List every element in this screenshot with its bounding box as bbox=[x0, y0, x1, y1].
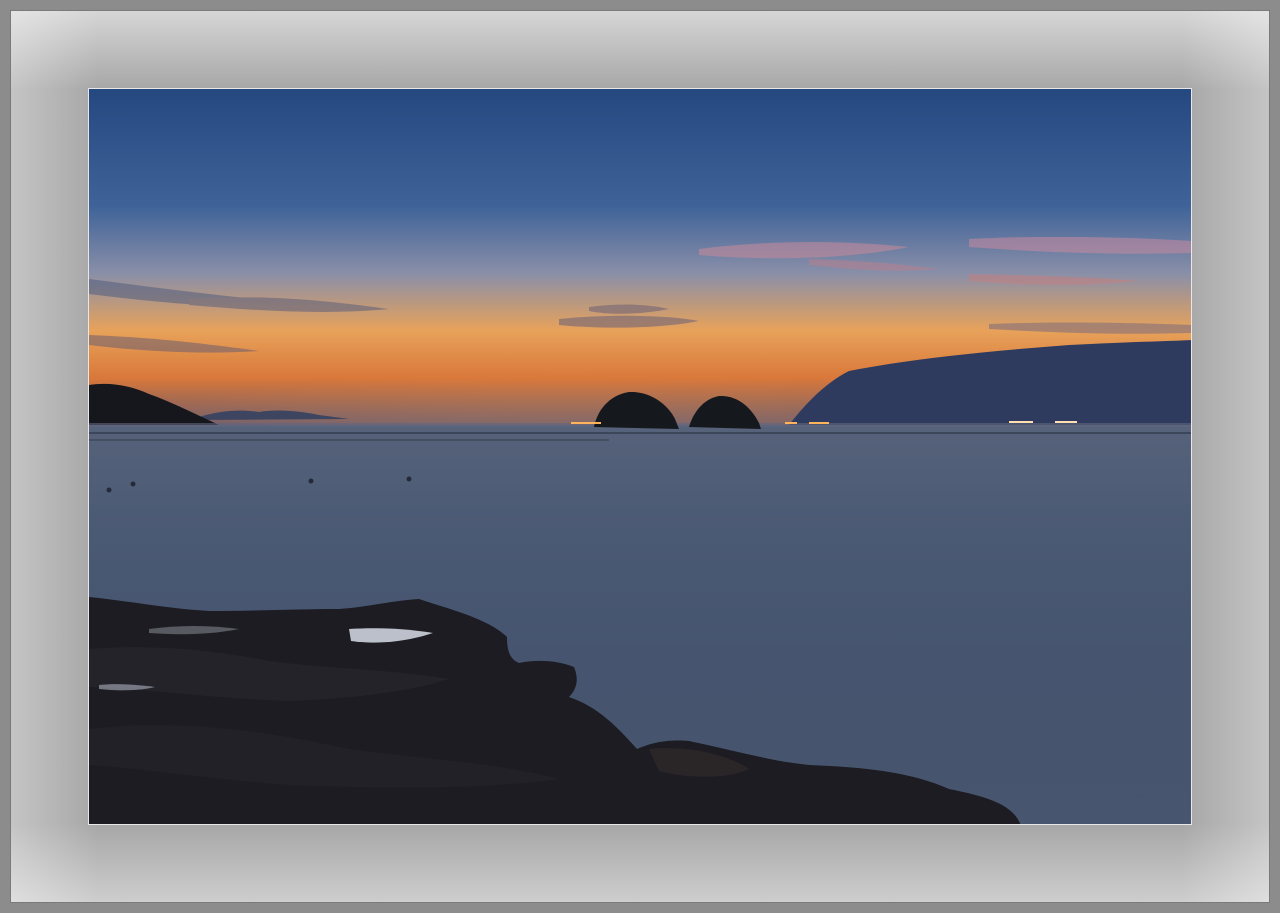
photo bbox=[88, 88, 1192, 825]
outer-frame bbox=[0, 0, 1280, 913]
seascape-image bbox=[89, 89, 1191, 824]
